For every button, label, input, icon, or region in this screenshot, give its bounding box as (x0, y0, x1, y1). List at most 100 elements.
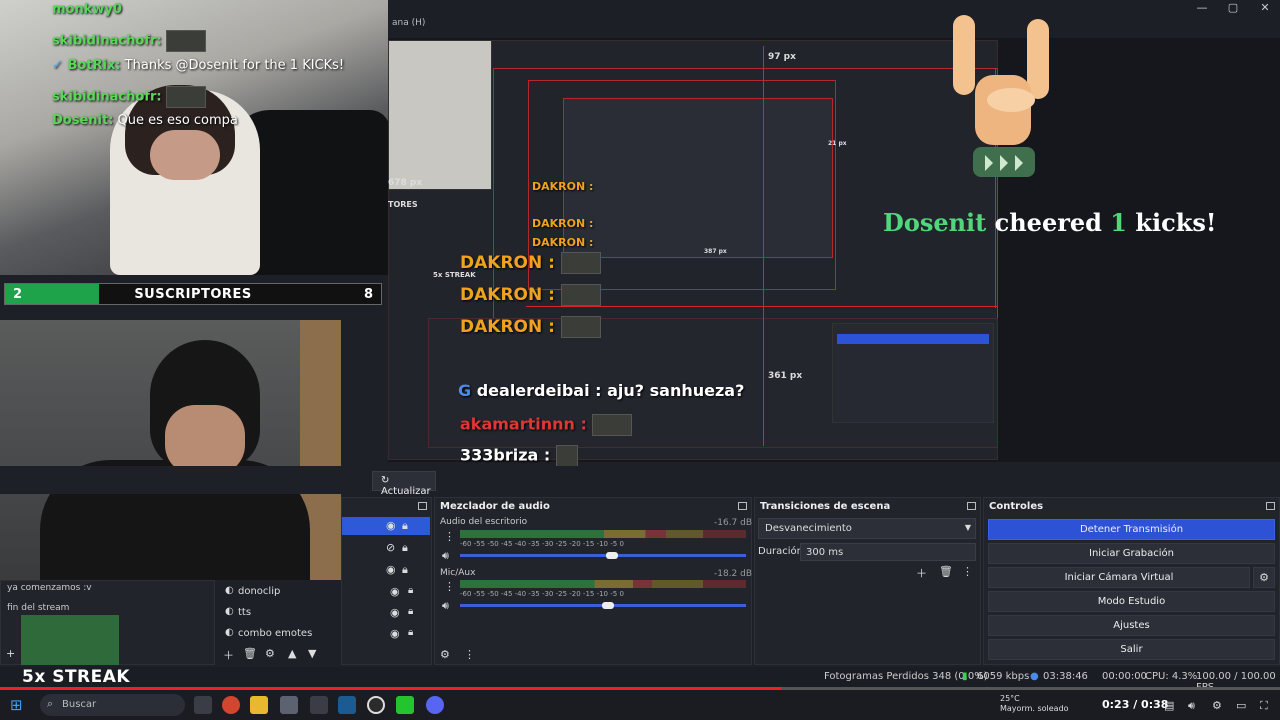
move-down-icon[interactable]: ▼ (308, 647, 316, 660)
lock-icon[interactable]: 🔒︎ (402, 519, 408, 533)
source-row[interactable]: ◐ combo emotes ◉ 🔒︎ (222, 624, 432, 644)
subscriber-goal-bar: 2 SUSCRIPTORES 8 (4, 283, 382, 305)
windows-start-icon[interactable]: ⊞ (10, 696, 23, 714)
transitions-title: Transiciones de escena (760, 501, 891, 512)
rock-hand-icon (953, 15, 1049, 177)
emote (560, 252, 601, 274)
webcam-bottom (0, 320, 341, 580)
speaker-icon[interactable]: 🔊︎ (442, 599, 449, 613)
obs-icon[interactable] (367, 696, 385, 714)
settings-gear-icon[interactable]: ⚙ (1212, 699, 1222, 712)
add-source-icon[interactable]: ＋ (223, 647, 234, 663)
volume-slider[interactable] (460, 554, 746, 557)
source-row[interactable]: ◐ donoclip ◉ 🔒︎ (222, 582, 432, 602)
scene-item[interactable]: fin del stream (7, 603, 69, 613)
nested-webcam (388, 40, 492, 190)
add-scene-icon[interactable]: + (6, 647, 15, 660)
volume-knob[interactable] (601, 602, 614, 609)
move-up-icon[interactable]: ▲ (288, 647, 296, 660)
virtual-camera-gear-icon[interactable]: ⚙ (1253, 567, 1275, 588)
task-view-icon[interactable] (194, 696, 212, 714)
screen: ana (H) — ▢ ✕ 97 px 678 px 361 px 21 px … (0, 0, 1280, 720)
channel-db: -18.2 dB (714, 569, 753, 579)
float-icon[interactable] (967, 502, 976, 510)
kick-icon[interactable] (396, 696, 414, 714)
nested-capture-4 (563, 98, 833, 258)
taskbar: ⊞ ⌕ Buscar 25°C Mayorm. soleado 0:23 / 0:… (0, 690, 1280, 720)
channel-name: Mic/Aux (440, 568, 476, 578)
weather-widget[interactable]: 25°C Mayorm. soleado (1000, 694, 1069, 714)
eye-icon[interactable]: ◉ (390, 627, 400, 640)
search-icon: ⌕ (47, 697, 54, 710)
scene-item[interactable]: ya comenzamos :v (7, 583, 92, 593)
lock-icon[interactable]: 🔒︎ (408, 627, 413, 638)
taskbar-search[interactable]: ⌕ Buscar (40, 694, 185, 716)
start-recording-button[interactable]: Iniciar Grabación (988, 543, 1275, 564)
channel-menu-icon[interactable]: ⋮ (444, 530, 455, 543)
mixer-menu-icon[interactable]: ⋮ (464, 648, 475, 661)
studio-mode-button[interactable]: Modo Estudio (988, 591, 1275, 612)
chat-line-dakron-6: DAKRON : (460, 316, 601, 338)
volume-icon[interactable]: 🔊︎ (1188, 699, 1195, 713)
lock-icon[interactable]: 🔒︎ (402, 541, 408, 555)
volume-knob[interactable] (606, 552, 619, 559)
add-transition-icon[interactable]: ＋ (916, 565, 927, 581)
chevron-down-icon: ▼ (964, 523, 971, 532)
meter-ticks: -60 -55 -50 -45 -40 -35 -30 -25 -20 -15 … (460, 540, 624, 548)
maximize-button[interactable]: ▢ (1218, 1, 1248, 14)
chat-line-dakron-5: DAKRON : (460, 284, 601, 306)
minimize-button[interactable]: — (1187, 1, 1217, 14)
app-icon[interactable] (280, 696, 298, 714)
terminal-icon[interactable] (310, 696, 328, 714)
eye-icon[interactable]: ◉ (386, 519, 396, 532)
duration-input[interactable]: 300 ms (800, 543, 976, 561)
eye-icon[interactable]: ◉ (390, 585, 400, 598)
source-row[interactable]: ◐ tts ◉ 🔒︎ (222, 603, 432, 623)
lock-icon[interactable]: 🔒︎ (408, 585, 413, 596)
miniplayer-icon[interactable]: ▭ (1236, 699, 1246, 712)
goal-target: 8 (363, 287, 373, 302)
source-icon: ◐ (225, 627, 234, 638)
mixer-title: Mezclador de audio (440, 501, 550, 512)
trash-icon[interactable]: 🗑︎ (243, 647, 257, 660)
eye-hidden-icon[interactable]: ⊘ (386, 541, 395, 554)
lock-icon[interactable]: 🔒︎ (402, 563, 408, 577)
duration-label: Duración (758, 546, 804, 557)
channel-db: -16.7 dB (714, 518, 753, 528)
channel-menu-icon[interactable]: ⋮ (444, 580, 455, 593)
px-label-left: 678 px (388, 178, 423, 188)
float-icon[interactable] (738, 502, 747, 510)
exit-button[interactable]: Salir (988, 639, 1275, 660)
eye-icon[interactable]: ◉ (390, 606, 400, 619)
steam-icon[interactable] (338, 696, 356, 714)
stop-streaming-button[interactable]: Detener Transmisión (988, 519, 1275, 540)
status-bar: Fotogramas Perdidos 348 (0.0%) ▮ 6059 kb… (0, 667, 1280, 693)
speaker-icon[interactable]: 🔊︎ (442, 549, 449, 563)
streak-label: 5x STREAK (22, 667, 131, 687)
subtitles-icon[interactable]: ▤ (1164, 699, 1174, 712)
transition-menu-icon[interactable]: ⋮ (962, 565, 973, 578)
start-virtual-camera-button[interactable]: Iniciar Cámara Virtual (988, 567, 1250, 588)
controls-title: Controles (989, 501, 1044, 512)
refresh-button[interactable]: ↻ Actualizar (372, 471, 436, 497)
lock-icon[interactable]: 🔒︎ (408, 606, 413, 617)
nested-controls (832, 323, 994, 423)
scene-thumbnail (21, 615, 119, 665)
gear-icon[interactable]: ⚙ (265, 647, 275, 660)
brave-browser-icon[interactable] (222, 696, 240, 714)
trash-icon[interactable]: 🗑︎ (939, 565, 953, 578)
mixer-settings-icon[interactable]: ⚙ (440, 648, 450, 661)
transition-select[interactable]: Desvanecimiento ▼ (758, 518, 976, 539)
float-icon[interactable] (418, 502, 427, 510)
close-button[interactable]: ✕ (1250, 1, 1280, 14)
chat-line-dakron-3: DAKRON : (532, 236, 594, 249)
fullscreen-icon[interactable]: ⛶ (1260, 699, 1268, 713)
menu-help[interactable]: ana (H) (392, 18, 425, 28)
overlay-chat-line: monkwy0 (52, 2, 122, 17)
eye-icon[interactable]: ◉ (386, 563, 396, 576)
overlay-chat-line: ✓ BotRix: Thanks @Dosenit for the 1 KICK… (52, 58, 345, 73)
discord-icon[interactable] (426, 696, 444, 714)
float-icon[interactable] (1266, 502, 1275, 510)
settings-button[interactable]: Ajustes (988, 615, 1275, 636)
file-explorer-icon[interactable] (250, 696, 268, 714)
